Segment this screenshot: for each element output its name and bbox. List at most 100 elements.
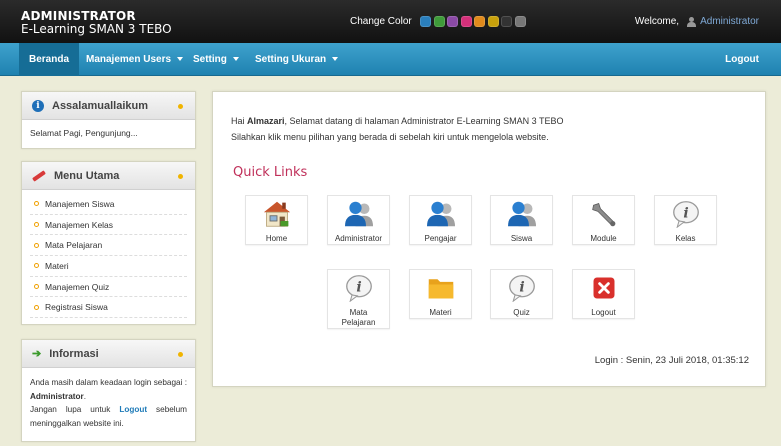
color-swatches [418,16,526,27]
quick-link-box: i Quiz [490,269,553,319]
quick-link-label: Pengajar [424,234,457,243]
quick-link-label: Module [590,234,617,243]
quick-link-box: Module [572,195,635,245]
chevron-down-icon [332,57,339,62]
nav-setting-label: Setting [193,54,227,65]
menu-item-label: Manajemen Siswa [45,198,115,209]
nav-beranda[interactable]: Beranda [19,43,80,76]
collapse-dot-icon[interactable] [178,174,183,179]
main-nav: Beranda Manajemen Users Setting Setting … [0,43,781,76]
informasi-box: ➔ Informasi Anda masih dalam keadaan log… [21,339,196,442]
menu-item-manajemen-quiz[interactable]: Manajemen Quiz [30,277,187,298]
informasi-text: Anda masih dalam keadaan login sebagai :… [30,378,187,428]
nav-manajemen-users[interactable]: Manajemen Users [86,43,184,76]
collapse-dot-icon[interactable] [178,352,183,357]
menu-item-mata-pelajaran[interactable]: Mata Pelajaran [30,235,187,257]
menu-item-label: Mata Pelajaran [45,240,103,251]
nav-setting-ukuran-label: Setting Ukuran [255,54,327,65]
nav-logout[interactable]: Logout [725,43,759,76]
menu-item-label: Materi [45,260,69,271]
pen-icon [32,170,46,182]
bullet-icon [34,284,39,290]
quick-link-mata-pelajaran[interactable]: i Mata Pelajaran [327,269,390,329]
brand: ADMINISTRATOR E-Learning SMAN 3 TEBO [21,10,172,36]
info-role: Administrator [30,391,84,401]
quick-link-logout[interactable]: Logout [572,269,635,319]
menu-utama-header: Menu Utama [22,162,195,190]
color-swatch-5[interactable] [474,16,486,27]
svg-text:i: i [519,280,524,296]
menu-item-label: Manajemen Kelas [45,219,114,230]
welcome-message: Hai Almazari, Selamat datang di halaman … [231,113,564,145]
nav-setting-ukuran[interactable]: Setting Ukuran [255,43,339,76]
quick-link-administrator[interactable]: Administrator [327,195,390,245]
wrench-icon [591,203,615,227]
quick-link-kelas[interactable]: i Kelas [654,195,717,245]
menu-item-manajemen-kelas[interactable]: Manajemen Kelas [30,215,187,236]
quick-link-box: i Kelas [654,195,717,245]
informasi-header: ➔ Informasi [22,340,195,368]
quick-link-home[interactable]: Home [245,195,308,245]
greeting-box-title: Assalamuallaikum [52,99,148,112]
greet-prefix: Hai [231,116,248,126]
change-color: Change Color [350,16,526,27]
greet-line2: Silahkan klik menu pilihan yang berada d… [231,132,549,142]
login-timestamp: Login : Senin, 23 Juli 2018, 01:35:12 [594,355,749,366]
color-swatch-2[interactable] [433,16,445,27]
quick-link-box: Administrator [327,195,390,245]
color-swatch-4[interactable] [460,16,472,27]
info-logout-link[interactable]: Logout [119,405,147,414]
bullet-icon [34,201,39,207]
menu-utama-title: Menu Utama [54,169,120,182]
menu-item-label: Registrasi Siswa [45,302,108,313]
menu-item-materi[interactable]: Materi [30,256,187,277]
quick-link-materi[interactable]: Materi [409,269,472,319]
quick-link-siswa[interactable]: Siswa [490,195,553,245]
info-icon: i [32,99,44,112]
nav-setting[interactable]: Setting [193,43,239,76]
collapse-dot-icon[interactable] [178,104,183,109]
chevron-down-icon [177,57,184,62]
color-swatch-1[interactable] [420,16,432,27]
svg-text:i: i [683,206,688,222]
quick-link-quiz[interactable]: i Quiz [490,269,553,319]
color-swatch-3[interactable] [447,16,459,27]
nav-logout-label: Logout [725,54,759,65]
quick-link-module[interactable]: Module [572,195,635,245]
top-bar: ADMINISTRATOR E-Learning SMAN 3 TEBO Cha… [0,0,781,43]
folder-icon [428,279,453,299]
color-swatch-7[interactable] [501,16,513,27]
quick-link-label: Logout [591,308,616,317]
color-swatch-6[interactable] [487,16,499,27]
info-text-2: Jangan lupa untuk [30,405,120,414]
quick-link-label: Home [265,234,288,243]
arrow-right-icon: ➔ [32,348,42,360]
close-icon [593,277,614,299]
greet-suffix: , Selamat datang di halaman Administrato… [284,116,564,126]
informasi-title: Informasi [49,347,99,360]
quick-link-box: i Mata Pelajaran [327,269,390,329]
greeting-box-header: i Assalamuallaikum [22,92,195,120]
menu-item-registrasi-siswa[interactable]: Registrasi Siswa [30,297,187,319]
bullet-icon [34,242,39,248]
quick-link-label: Quiz [513,308,530,317]
color-swatch-8[interactable] [514,16,526,27]
change-color-label: Change Color [350,16,412,27]
quick-link-pengajar[interactable]: Pengajar [409,195,472,245]
quick-link-label: Kelas [675,234,696,243]
welcome: Welcome, Administrator [635,16,759,27]
bullet-icon [34,263,39,269]
greeting-box: i Assalamuallaikum Selamat Pagi, Pengunj… [21,91,196,149]
quick-links-title: Quick Links [233,165,308,180]
home-icon [263,201,290,227]
quick-link-label: Administrator [334,234,383,243]
quick-link-label: Siswa [510,234,533,243]
menu-item-label: Manajemen Quiz [45,281,110,292]
menu-item-manajemen-siswa[interactable]: Manajemen Siswa [30,194,187,215]
user-name-link[interactable]: Administrator [700,16,759,27]
welcome-label: Welcome, [634,16,680,27]
quick-link-label: Materi [429,308,452,317]
quick-link-box: Siswa [490,195,553,245]
info-bubble-icon: i [345,275,372,302]
info-bubble-icon: i [508,275,535,302]
